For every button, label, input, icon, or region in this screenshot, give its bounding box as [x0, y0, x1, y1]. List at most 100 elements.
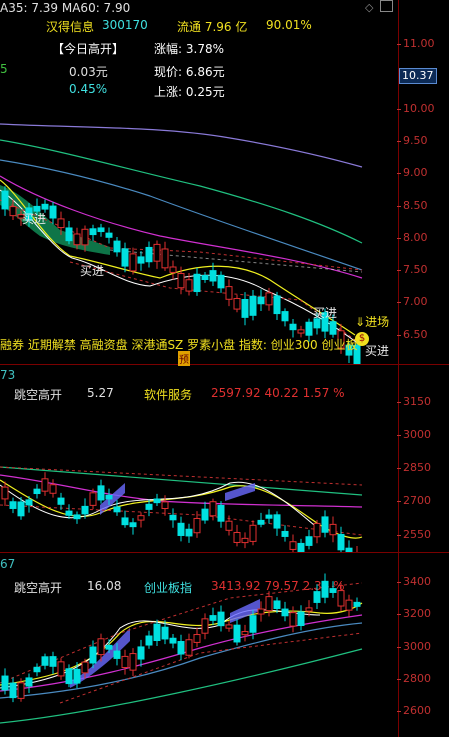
- candle: [9, 206, 17, 217]
- candle: [41, 203, 49, 210]
- candle: [305, 536, 313, 546]
- candle: [281, 608, 289, 617]
- candle: [89, 646, 97, 664]
- candle: [57, 497, 65, 505]
- candle: [1, 190, 9, 210]
- candle: [57, 218, 65, 229]
- candle: [193, 634, 201, 643]
- candle: [257, 296, 265, 305]
- candle: [113, 240, 121, 253]
- entry-signal: ⇓进场: [355, 315, 390, 329]
- main-kline-chart: [0, 123, 363, 364]
- candle: [305, 607, 313, 612]
- candle: [265, 514, 273, 519]
- candle: [289, 541, 297, 550]
- candle: [81, 505, 89, 515]
- buy-signal-3: 买进: [313, 306, 338, 320]
- candle: [185, 528, 193, 537]
- candle: [209, 615, 217, 621]
- candle: [233, 298, 241, 310]
- candle: [337, 533, 345, 551]
- candle: [353, 601, 361, 607]
- candle: [41, 478, 49, 492]
- candle: [209, 270, 217, 282]
- candle: [113, 650, 121, 659]
- candle: [17, 501, 25, 517]
- candle: [337, 590, 345, 607]
- candle: [121, 248, 129, 267]
- candle: [81, 661, 89, 674]
- index-panel[interactable]: 67 跳空高开 16.08 创业板指 3413.92 79.57 2.39 %: [0, 553, 398, 737]
- candle: [177, 641, 185, 655]
- candle: [73, 233, 81, 246]
- candle: [65, 510, 73, 516]
- candle: [105, 232, 113, 238]
- candle: [25, 499, 33, 506]
- sector-panel[interactable]: 73 跳空高开 5.27 软件服务 2597.92 40.22 1.57 %: [0, 365, 398, 552]
- candle: [33, 488, 41, 495]
- sector-kline-chart: [0, 466, 363, 552]
- candle: [225, 520, 233, 531]
- candle: [97, 485, 105, 501]
- candle: [169, 637, 177, 644]
- candle: [153, 498, 161, 504]
- candle: [129, 522, 137, 528]
- candle: [177, 522, 185, 536]
- candle: [129, 653, 137, 671]
- candle: [233, 531, 241, 543]
- candle: [329, 321, 337, 335]
- candle: [257, 608, 265, 615]
- candle: [265, 292, 273, 306]
- candle: [65, 668, 73, 685]
- candle: [297, 611, 305, 626]
- candle: [137, 256, 145, 264]
- candle: [161, 626, 169, 640]
- candle: [73, 514, 81, 520]
- candle: [201, 275, 209, 280]
- candle: [121, 655, 129, 669]
- candle: [169, 266, 177, 273]
- candle: [233, 624, 241, 643]
- candle: [33, 666, 41, 673]
- candle: [297, 329, 305, 334]
- candle: [137, 515, 145, 521]
- candle: [49, 205, 57, 219]
- candle: [49, 656, 57, 667]
- candle: [281, 530, 289, 537]
- candle: [193, 273, 201, 293]
- candle: [145, 246, 153, 263]
- candle: [153, 243, 161, 262]
- candle: [49, 484, 57, 494]
- candle: [241, 537, 249, 544]
- candle: [145, 635, 153, 646]
- buy-signal-2: 买进: [80, 264, 105, 278]
- candle: [225, 624, 233, 629]
- candle: [1, 675, 9, 691]
- buy-signal-1: 买进: [22, 212, 47, 226]
- candle: [193, 517, 201, 534]
- candle: [249, 524, 257, 542]
- candle: [121, 517, 129, 526]
- candle: [1, 486, 9, 500]
- candle: [113, 506, 121, 513]
- candle: [329, 588, 337, 593]
- candle: [161, 248, 169, 269]
- axis-separator: [398, 0, 399, 737]
- candle: [241, 298, 249, 318]
- forecast-badge: 预: [178, 351, 190, 366]
- candle: [273, 600, 281, 609]
- candle: [89, 492, 97, 506]
- candle: [57, 661, 65, 677]
- candle: [345, 599, 353, 611]
- candle: [249, 615, 257, 633]
- candle: [209, 501, 217, 517]
- candle: [313, 522, 321, 538]
- candle: [17, 682, 25, 699]
- candle: [313, 591, 321, 603]
- buy-signal-4: 买进: [365, 344, 390, 358]
- candle: [241, 631, 249, 636]
- candle: [257, 519, 265, 525]
- main-kline-panel[interactable]: A35: 7.39 MA60: 7.90 汉得信息 300170 流通 7.96…: [0, 0, 398, 366]
- candle: [305, 321, 313, 336]
- candle: [9, 501, 17, 509]
